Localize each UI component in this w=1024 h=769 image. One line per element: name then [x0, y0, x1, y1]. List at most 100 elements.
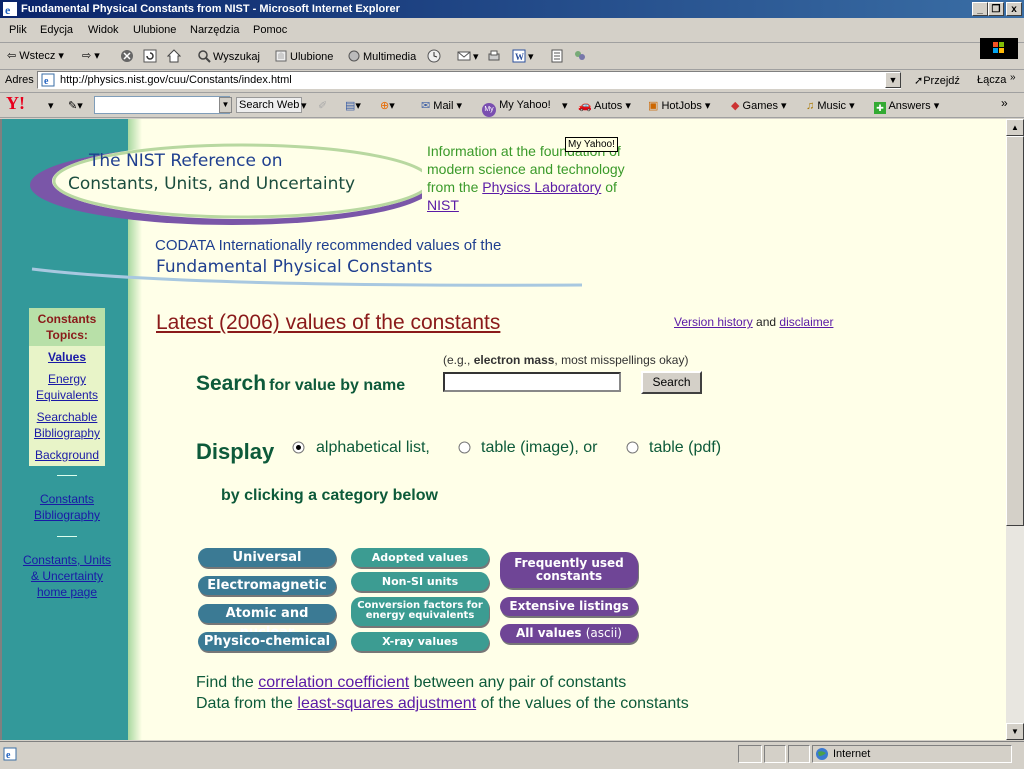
frequently-used-constants-button[interactable]: Frequently used constants	[500, 552, 638, 588]
version-history-link[interactable]: Version history	[674, 315, 753, 329]
music-button[interactable]: ♫ Music ▾	[806, 99, 855, 112]
minimize-button[interactable]: _	[972, 2, 988, 16]
multimedia-button[interactable]: Multimedia	[347, 49, 416, 63]
nist-link[interactable]: NIST	[427, 197, 459, 213]
address-label: Adres	[5, 74, 34, 86]
music-note-icon: ♫	[806, 100, 815, 112]
search-web-dropdown[interactable]: ▾	[301, 99, 307, 112]
search-submit-button[interactable]: Search	[641, 371, 702, 394]
refresh-button[interactable]	[143, 49, 159, 63]
discuss-icon	[551, 49, 563, 63]
hotjobs-button[interactable]: ▣ HotJobs ▾	[648, 99, 710, 112]
yahoo-overflow-chevron-icon[interactable]: »	[1001, 96, 1008, 110]
menu-edit[interactable]: Edycja	[40, 24, 73, 36]
autos-button[interactable]: 🚗 Autos ▾	[578, 99, 631, 112]
banner-title-line2: Constants, Units, and Uncertainty	[68, 174, 356, 194]
search-button[interactable]: Wyszukaj	[197, 49, 260, 63]
by-clicking-text: by clicking a category below	[221, 487, 438, 504]
window-title: Fundamental Physical Constants from NIST…	[21, 3, 400, 15]
mail-icon	[457, 51, 471, 61]
scroll-up-button[interactable]: ▲	[1006, 119, 1024, 136]
lsa-line: Data from the least-squares adjustment o…	[196, 695, 689, 712]
category-conversion-factors-button[interactable]: Conversion factors for energy equivalent…	[351, 597, 489, 626]
menu-tools[interactable]: Narzędzia	[190, 24, 240, 36]
answers-icon: ✚	[874, 102, 886, 114]
standard-toolbar: ⇦ Wstecz ▾ ⇨ ▾ Wyszukaj Ulubione Multime…	[0, 43, 1024, 70]
games-button[interactable]: ◆ Games ▾	[731, 99, 787, 112]
menu-view[interactable]: Widok	[88, 24, 119, 36]
yahoo-search-dropdown[interactable]: ▼	[219, 97, 232, 113]
least-squares-adjustment-link[interactable]: least-squares adjustment	[297, 695, 476, 712]
links-chevron-icon[interactable]: »	[1010, 72, 1016, 83]
scroll-thumb[interactable]	[1006, 136, 1024, 526]
category-non-si-units-button[interactable]: Non-SI units	[351, 572, 489, 591]
favorites-button[interactable]: Ulubione	[274, 49, 333, 63]
vertical-scrollbar[interactable]: ▲ ▼	[1006, 119, 1024, 740]
menu-bar: Plik Edycja Widok Ulubione Narzędzia Pom…	[0, 18, 1024, 59]
address-dropdown[interactable]: ▼	[885, 72, 901, 88]
edit-button[interactable]: W ▾	[512, 49, 534, 63]
maximize-button[interactable]: ❐	[988, 2, 1004, 16]
sidebar-item-home-page[interactable]: Constants, Units & Uncertainty home page	[22, 552, 112, 600]
constant-search-input[interactable]	[443, 372, 621, 392]
sidebar-item-constants-bibliography[interactable]: Constants Bibliography	[22, 491, 112, 523]
yahoo-logo[interactable]: Y!	[6, 93, 25, 114]
category-adopted-values-button[interactable]: Adopted values	[351, 548, 489, 567]
address-input[interactable]: e http://physics.nist.gov/cuu/Constants/…	[37, 71, 901, 89]
stop-button[interactable]	[120, 49, 136, 63]
physics-laboratory-link[interactable]: Physics Laboratory	[482, 179, 601, 195]
highlight-button[interactable]: ✐	[318, 99, 327, 112]
disclaimer-link[interactable]: disclaimer	[779, 315, 833, 329]
yahoo-search-input[interactable]	[94, 96, 230, 114]
my-yahoo-button[interactable]: My My Yahoo!	[482, 99, 551, 117]
menu-help[interactable]: Pomoc	[253, 24, 287, 36]
radio-table-pdf[interactable]	[626, 441, 639, 454]
pencil-button[interactable]: ✎▾	[68, 99, 83, 112]
back-arrow-icon: ⇦	[7, 50, 17, 62]
search-label: Search for value by name	[196, 372, 406, 395]
extensive-listings-button[interactable]: Extensive listings	[500, 597, 638, 616]
yahoo-menu-dropdown[interactable]: ▾	[48, 99, 54, 112]
answers-button[interactable]: ✚ Answers ▾	[874, 99, 939, 114]
category-universal-button[interactable]: Universal	[198, 548, 336, 567]
favorites-icon	[275, 50, 287, 62]
all-values-button[interactable]: All values (ascii)	[500, 624, 638, 643]
window-button[interactable]: ▤▾	[345, 99, 361, 112]
go-button[interactable]: ➚Przejdź	[914, 74, 960, 87]
scroll-down-button[interactable]: ▼	[1006, 723, 1024, 740]
correlation-coefficient-link[interactable]: correlation coefficient	[258, 674, 409, 691]
radio-alphabetical[interactable]	[292, 441, 305, 454]
forward-button[interactable]: ⇨ ▾	[82, 49, 100, 62]
address-url: http://physics.nist.gov/cuu/Constants/in…	[60, 74, 292, 86]
car-icon: 🚗	[578, 100, 592, 112]
print-button[interactable]	[487, 49, 503, 63]
category-xray-values-button[interactable]: X-ray values	[351, 632, 489, 651]
latest-values-title[interactable]: Latest (2006) values of the constants	[156, 311, 500, 335]
radio-table-image[interactable]	[458, 441, 471, 454]
messenger-button[interactable]	[573, 49, 589, 63]
close-button[interactable]: x	[1006, 2, 1022, 16]
category-atomic-nuclear-button[interactable]: Atomic and nuclear	[198, 604, 336, 640]
sidebar-item-background[interactable]: Background	[29, 447, 105, 463]
category-physico-chemical-button[interactable]: Physico-chemical	[198, 632, 336, 651]
sidebar-divider	[57, 475, 77, 476]
my-yahoo-dropdown[interactable]: ▾	[562, 99, 568, 112]
sidebar-item-energy-equivalents[interactable]: Energy Equivalents	[29, 371, 105, 403]
sidebar-item-values[interactable]: Values	[29, 349, 105, 365]
option-alphabetical-label: alphabetical list,	[316, 439, 430, 456]
menu-file[interactable]: Plik	[9, 24, 27, 36]
links-label[interactable]: Łącza	[977, 74, 1006, 86]
sidebar-item-searchable-bibliography[interactable]: Searchable Bibliography	[29, 409, 105, 441]
antispy-button[interactable]: ⊕▾	[380, 99, 395, 112]
yahoo-mail-button[interactable]: ✉ Mail ▾	[421, 99, 462, 112]
history-button[interactable]	[427, 49, 443, 63]
target-icon: ⊕	[380, 100, 390, 112]
status-bar: e Internet	[0, 741, 1024, 769]
discuss-button[interactable]	[550, 49, 566, 63]
back-button[interactable]: ⇦ Wstecz ▾	[7, 49, 64, 62]
search-web-button[interactable]: Search Web	[236, 97, 303, 113]
menu-favorites[interactable]: Ulubione	[133, 24, 176, 36]
home-button[interactable]	[167, 49, 183, 63]
category-electromagnetic-button[interactable]: Electromagnetic	[198, 576, 336, 595]
mail-button[interactable]: ▾	[457, 49, 479, 63]
